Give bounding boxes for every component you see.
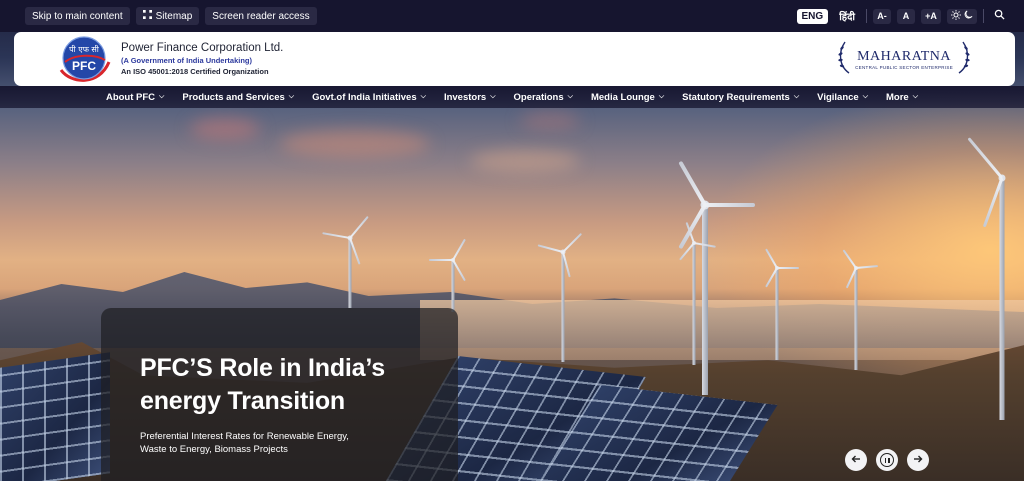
screen-reader-access-link[interactable]: Screen reader access (205, 7, 317, 25)
language-english-button[interactable]: ENG (796, 8, 829, 24)
nav-label: About PFC (105, 91, 156, 103)
search-icon (994, 7, 1005, 25)
maharatna-subtitle: CENTRAL PUBLIC SECTOR ENTERPRISE (855, 64, 953, 70)
nav-item-more[interactable]: More ⌵ (877, 92, 927, 103)
nav-label: Media Lounge (590, 91, 655, 103)
chevron-down-icon: ⌵ (862, 93, 869, 100)
pfc-logo: पी एफ सी PFC (57, 32, 111, 86)
nav-item-about-pfc[interactable]: About PFC ⌵ (97, 92, 173, 103)
sitemap-icon (142, 10, 152, 22)
font-increase-button[interactable]: +A (921, 8, 941, 24)
slide-caption-card: PFC’S Role in India’s energy Transition … (101, 308, 458, 481)
divider (866, 9, 867, 23)
language-hindi-button[interactable]: हिंदी (834, 7, 860, 25)
nav-label: Operations (513, 91, 564, 103)
next-slide-button[interactable] (907, 449, 929, 471)
laurel-right-icon (957, 40, 971, 79)
chevron-down-icon: ⌵ (793, 93, 800, 100)
nav-item-statutory-requirements[interactable]: Statutory Requirements ⌵ (673, 92, 808, 103)
divider (983, 9, 984, 23)
nav-item-operations[interactable]: Operations ⌵ (505, 92, 582, 103)
nav-label: More (886, 91, 909, 103)
nav-label: Vigilance (817, 91, 859, 103)
brand-text: Power Finance Corporation Ltd. (A Govern… (121, 42, 283, 76)
search-button[interactable] (990, 7, 1008, 25)
nav-item-products-and-services[interactable]: Products and Services ⌵ (173, 92, 303, 103)
org-certification: An ISO 45001:2018 Certified Organization (121, 67, 269, 76)
slide-description-line: Waste to Energy, Biomass Projects (140, 444, 288, 455)
arrow-left-icon (851, 454, 861, 467)
slide-title-line: energy Transition (140, 387, 345, 415)
slide-description-line: Preferential Interest Rates for Renewabl… (140, 431, 349, 442)
nav-label: Investors (443, 91, 487, 103)
main-navigation: About PFC ⌵ Products and Services ⌵ Govt.o… (0, 86, 1024, 108)
chevron-down-icon: ⌵ (567, 93, 573, 100)
chevron-down-icon: ⌵ (658, 93, 665, 100)
nav-item-media-lounge[interactable]: Media Lounge ⌵ (582, 92, 673, 103)
nav-item-vigilance[interactable]: Vigilance ⌵ (808, 92, 877, 103)
skip-to-main-content-link[interactable]: Skip to main content (25, 7, 130, 25)
moon-icon (964, 10, 973, 22)
pause-slider-button[interactable] (876, 449, 898, 471)
maharatna-title: MAHARATNA (857, 48, 952, 64)
arrow-right-icon (913, 454, 923, 467)
nav-label: Products and Services (182, 91, 285, 103)
chevron-down-icon: ⌵ (912, 93, 919, 100)
logo-hindi-text: पी एफ सी (69, 44, 100, 54)
sitemap-label: Sitemap (155, 10, 193, 22)
logo-text: PFC (72, 59, 96, 73)
utility-controls: ENG हिंदी A- A +A (796, 7, 1008, 25)
org-subtitle: (A Government of India Undertaking) (121, 56, 252, 65)
sitemap-link[interactable]: Sitemap (135, 7, 200, 25)
font-decrease-button[interactable]: A- (873, 8, 891, 24)
nav-label: Govt.of India Initiatives (312, 91, 417, 103)
theme-toggle[interactable] (947, 8, 977, 24)
nav-item-govt-initiatives[interactable]: Govt.of India Initiatives ⌵ (303, 92, 435, 103)
slide-title-line: PFC’S Role in India’s (140, 354, 385, 382)
slider-controls (845, 449, 929, 471)
site-header: पी एफ सी PFC Power Finance Corporation L… (14, 32, 1015, 86)
maharatna-text: MAHARATNA CENTRAL PUBLIC SECTOR ENTERPRI… (855, 49, 953, 70)
org-name: Power Finance Corporation Ltd. (121, 42, 284, 54)
chevron-down-icon: ⌵ (159, 93, 165, 100)
pause-icon (880, 453, 894, 467)
font-normal-button[interactable]: A (897, 8, 915, 24)
brand-home-link[interactable]: पी एफ सी PFC Power Finance Corporation L… (57, 32, 283, 86)
chevron-down-icon: ⌵ (420, 93, 426, 100)
nav-label: Statutory Requirements (682, 91, 790, 103)
previous-slide-button[interactable] (845, 449, 867, 471)
sun-icon (951, 9, 961, 23)
chevron-down-icon: ⌵ (490, 93, 496, 100)
slide-description: Preferential Interest Rates for Renewabl… (140, 430, 419, 456)
screen-reader-label: Screen reader access (212, 10, 310, 22)
utility-bar: Skip to main content Sitemap Screen read… (0, 0, 1024, 32)
laurel-left-icon (837, 40, 851, 79)
nav-item-investors[interactable]: Investors ⌵ (435, 92, 505, 103)
maharatna-badge: MAHARATNA CENTRAL PUBLIC SECTOR ENTERPRI… (837, 40, 971, 79)
slide-title: PFC’S Role in India’s energy Transition (140, 352, 419, 418)
skip-link-label: Skip to main content (32, 10, 123, 22)
accessibility-links: Skip to main content Sitemap Screen read… (25, 7, 317, 25)
chevron-down-icon: ⌵ (288, 93, 295, 100)
